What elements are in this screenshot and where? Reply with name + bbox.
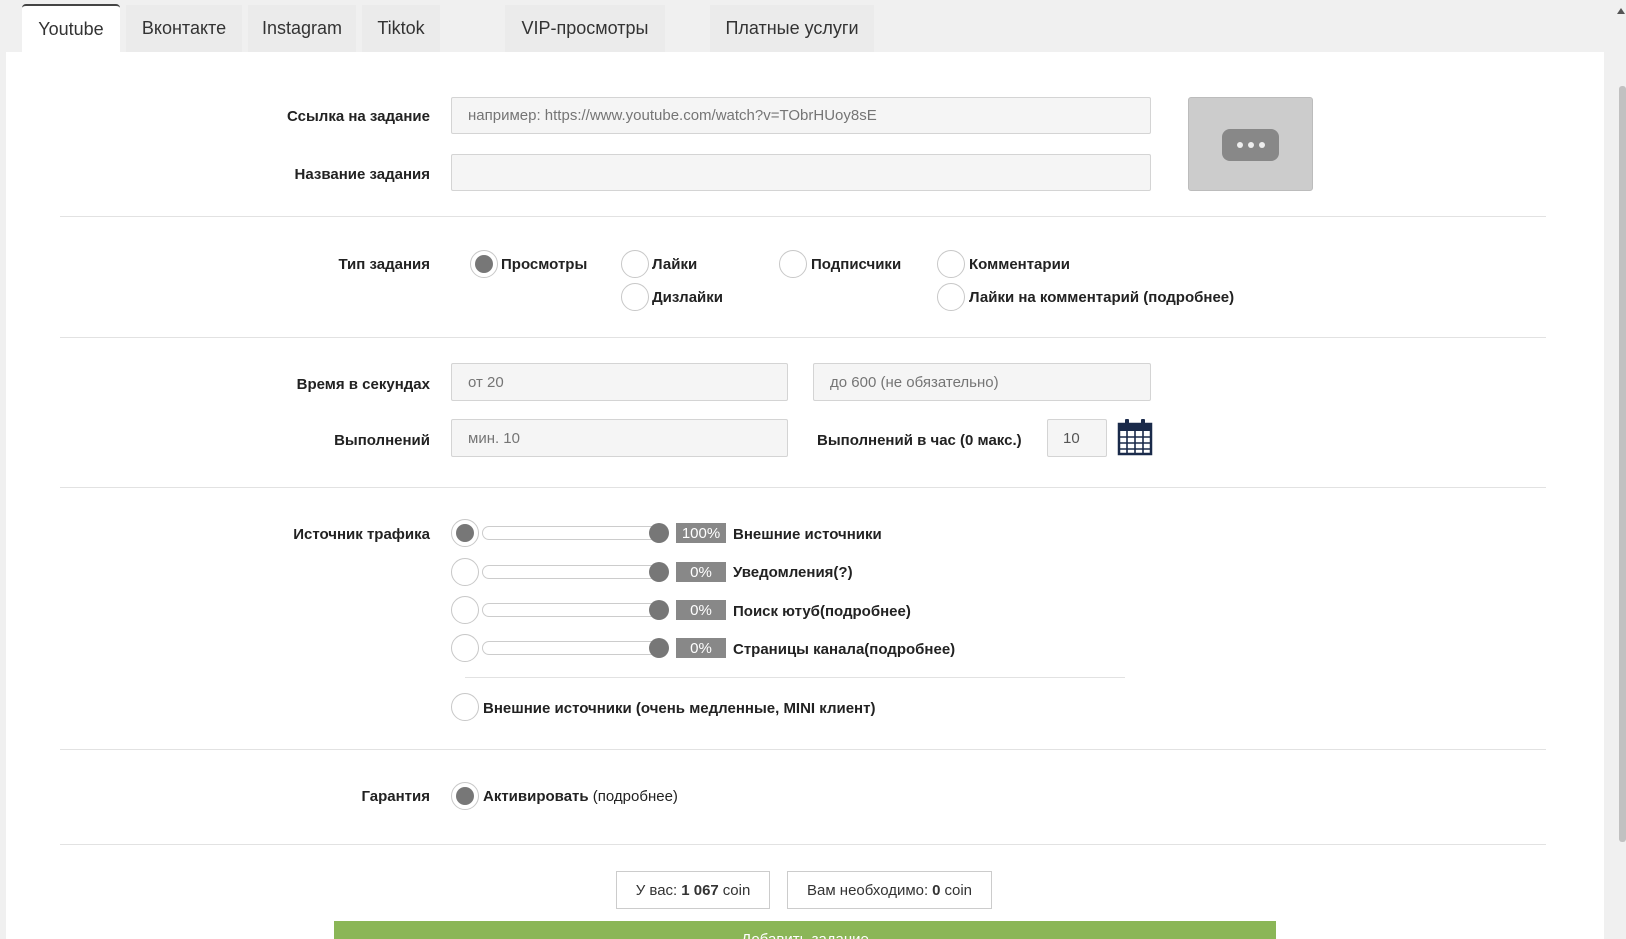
tab-label: Вконтакте [141,18,227,38]
slider-traffic-search[interactable] [482,603,664,617]
task-link-input[interactable] [451,97,1151,134]
radio-views[interactable] [470,250,498,278]
time-label: Время в секундах [296,376,430,393]
type-label: Тип задания [338,256,430,273]
scrollbar-thumb[interactable] [1619,86,1626,842]
divider [60,749,1546,750]
balance-box: У вас: 1 067 coin [616,871,770,909]
radio-traffic-external[interactable] [451,519,479,547]
option-dislikes-label: Дизлайки [652,289,723,306]
scroll-up-arrow-icon[interactable] [1617,8,1625,14]
calendar-icon[interactable] [1117,418,1153,456]
required-amount: 0 [932,881,941,899]
option-views-label: Просмотры [501,256,588,273]
slider-traffic-channel[interactable] [482,641,664,655]
divider [60,337,1546,338]
divider [60,844,1546,845]
per-hour-input[interactable] [1047,419,1107,457]
mini-client-label: Внешние источники (очень медленные, MINI… [483,700,876,717]
balance-unit: coin [722,881,751,899]
guarantee-more-link[interactable]: (подробнее) [593,788,678,805]
divider [60,216,1546,217]
tab-vkontakte[interactable]: Вконтакте [126,5,242,52]
radio-dislikes[interactable] [621,283,649,311]
tab-instagram[interactable]: Instagram [248,5,356,52]
tab-youtube[interactable]: Youtube [22,4,120,52]
name-label: Название задания [294,166,430,183]
balance-amount: 1 067 [681,881,719,899]
time-to-input[interactable] [813,363,1151,401]
radio-mini-client[interactable] [451,693,479,721]
slider-traffic-external[interactable] [482,526,664,540]
tab-label: Tiktok [377,18,425,38]
tab-label: VIP-просмотры [521,18,649,38]
slider-knob[interactable] [649,638,669,658]
option-comment-likes-label: Лайки на комментарий (подробнее) [969,289,1235,306]
percent-badge: 0% [676,562,726,582]
slider-knob[interactable] [649,600,669,620]
divider [465,677,1125,678]
slider-knob[interactable] [649,562,669,582]
option-subscribers-label: Подписчики [811,256,902,273]
runs-input[interactable] [451,419,788,457]
balance-prefix: У вас: [635,881,678,899]
traffic-source-label: Уведомления(?) [733,564,853,581]
task-name-input[interactable] [451,154,1151,191]
guarantee-option-label: Активировать [483,788,589,805]
add-task-label: Добавить задание [741,931,869,939]
add-task-button[interactable]: Добавить задание [334,921,1276,939]
required-unit: coin [944,881,973,899]
time-from-input[interactable] [451,363,788,401]
required-box: Вам необходимо: 0 coin [787,871,992,909]
guarantee-option: Активировать (подробнее) [483,788,678,805]
radio-traffic-channel[interactable] [451,634,479,662]
radio-guarantee[interactable] [451,782,479,810]
tab-paid-services[interactable]: Платные услуги [710,5,874,52]
required-prefix: Вам необходимо: [806,881,929,899]
radio-subscribers[interactable] [779,250,807,278]
option-likes-label: Лайки [652,256,698,273]
radio-comments[interactable] [937,250,965,278]
traffic-source-label: Внешние источники [733,526,882,543]
tab-tiktok[interactable]: Tiktok [362,5,440,52]
runs-label: Выполнений [334,432,430,449]
traffic-source-label: Страницы канала(подробнее) [733,641,956,658]
tab-label: Платные услуги [725,18,859,38]
traffic-label: Источник трафика [293,526,430,543]
percent-badge: 100% [676,523,726,543]
tab-label: Instagram [261,18,343,38]
radio-traffic-search[interactable] [451,596,479,624]
more-dots-icon [1222,129,1279,161]
percent-badge: 0% [676,600,726,620]
percent-badge: 0% [676,638,726,658]
radio-likes[interactable] [621,250,649,278]
radio-traffic-notifications[interactable] [451,558,479,586]
option-comments-label: Комментарии [969,256,1071,273]
traffic-source-label: Поиск ютуб(подробнее) [733,603,911,620]
thumbnail-preview [1188,97,1313,191]
tab-vip-views[interactable]: VIP-просмотры [505,5,665,52]
tab-label: Youtube [38,18,104,39]
guarantee-label: Гарантия [361,788,430,805]
link-label: Ссылка на задание [287,108,430,125]
divider [60,487,1546,488]
slider-traffic-notifications[interactable] [482,565,664,579]
per-hour-label: Выполнений в час (0 макс.) [817,432,1022,449]
radio-comment-likes[interactable] [937,283,965,311]
slider-knob[interactable] [649,523,669,543]
